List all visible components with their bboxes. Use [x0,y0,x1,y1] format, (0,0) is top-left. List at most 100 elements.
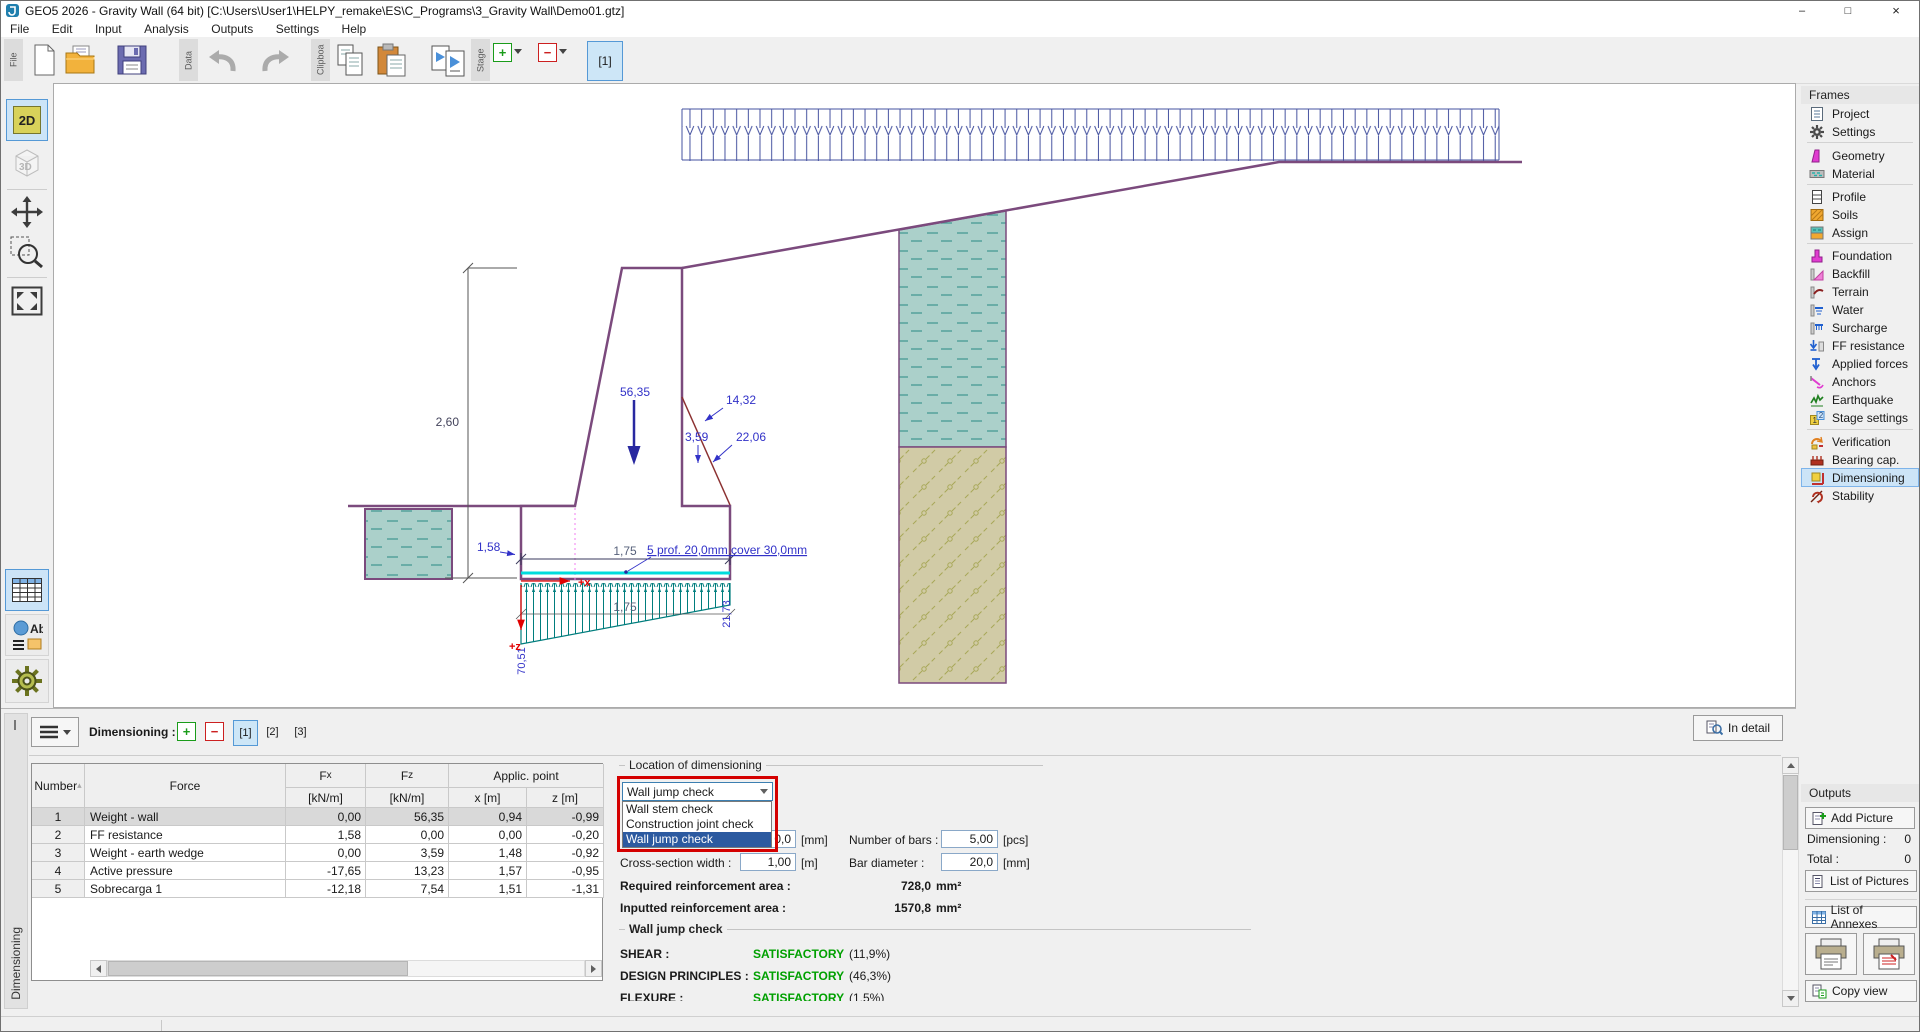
table-cell[interactable]: -0,95 [527,862,604,880]
col-header-number[interactable]: Number▴ [32,764,85,808]
col-subheader-z[interactable]: z [m] [527,788,604,808]
save-button[interactable] [115,43,149,77]
table-cell[interactable]: 3 [32,844,85,862]
redo-button[interactable] [259,47,295,75]
number-of-bars-input[interactable]: 5,00 [941,830,998,848]
remove-dimensioning-button[interactable]: − [205,722,224,741]
fit-to-screen-button[interactable] [10,285,44,317]
table-cell[interactable]: 0,00 [366,826,449,844]
frame-list-button[interactable] [31,717,79,747]
table-cell[interactable]: 2 [32,826,85,844]
frames-item-stage-settings[interactable]: 12Stage settings [1802,409,1918,426]
maximize-button[interactable]: □ [1825,1,1871,20]
table-cell[interactable]: 4 [32,862,85,880]
stage-1-button[interactable]: [1] [587,41,623,81]
table-cell[interactable]: Sobrecarga 1 [85,880,286,898]
frames-item-soils[interactable]: Soils [1802,206,1918,223]
table-cell[interactable]: 7,54 [366,880,449,898]
undo-button[interactable] [203,47,239,75]
location-combobox[interactable]: Wall jump check [622,782,773,801]
menu-help[interactable]: Help [333,21,376,37]
copy-view-toolbar-button[interactable] [429,43,469,77]
table-cell[interactable]: 13,23 [366,862,449,880]
menu-outputs[interactable]: Outputs [202,21,262,37]
frames-item-backfill[interactable]: Backfill [1802,265,1918,282]
table-cell[interactable]: 1,57 [449,862,527,880]
frames-item-project[interactable]: Project [1802,105,1918,122]
bottom-vscroll-up[interactable] [1782,757,1799,774]
frames-item-earthquake[interactable]: Earthquake [1802,391,1918,408]
list-of-annexes-button[interactable]: List of Annexes [1805,906,1917,928]
bar-diameter-input[interactable]: 20,0 [941,853,998,871]
frames-item-stability[interactable]: Stability [1802,487,1918,504]
menu-edit[interactable]: Edit [43,21,82,37]
table-cell[interactable]: FF resistance [85,826,286,844]
table-cell[interactable]: Weight - wall [85,808,286,826]
table-cell[interactable]: Weight - earth wedge [85,844,286,862]
col-header-applic-point[interactable]: Applic. point [449,764,604,788]
table-cell[interactable]: Active pressure [85,862,286,880]
frames-item-surcharge[interactable]: Surcharge [1802,319,1918,336]
table-cell[interactable]: 0,94 [449,808,527,826]
menu-settings[interactable]: Settings [267,21,328,37]
bottom-stage-2-button[interactable]: [2] [261,720,284,744]
table-cell[interactable]: 1,58 [286,826,366,844]
view-3d-button[interactable]: 3D [7,143,47,181]
table-cell[interactable]: 0,00 [286,808,366,826]
table-view-button[interactable] [5,569,49,611]
frames-item-profile[interactable]: Profile [1802,188,1918,205]
zoom-select-button[interactable] [7,233,47,271]
bottom-stage-3-button[interactable]: [3] [289,720,312,744]
in-detail-button[interactable]: In detail [1693,715,1783,741]
drawing-canvas[interactable]: 2,60 56,35 14,32 3,59 22,06 1,58 1,75 5 … [53,83,1796,708]
remove-stage-caret[interactable] [559,49,567,54]
frames-item-anchors[interactable]: Anchors [1802,373,1918,390]
table-cell[interactable]: 1,48 [449,844,527,862]
bottom-panel-side-tab[interactable]: Dimensioning [4,713,28,1009]
frames-item-geometry[interactable]: Geometry [1802,147,1918,164]
frames-item-bearing-cap[interactable]: Bearing cap. [1802,451,1918,468]
table-cell[interactable]: 1,51 [449,880,527,898]
paste-button[interactable] [375,43,409,77]
frames-item-foundation[interactable]: Foundation [1802,247,1918,264]
table-cell[interactable]: -0,99 [527,808,604,826]
frames-item-verification[interactable]: Verification [1802,433,1918,450]
annotation-settings-button[interactable]: Ab [5,614,49,656]
table-hscroll-thumb[interactable] [108,961,408,976]
table-cell[interactable]: -1,31 [527,880,604,898]
table-cell[interactable]: -12,18 [286,880,366,898]
table-cell[interactable]: 5 [32,880,85,898]
bottom-vscroll-thumb[interactable] [1783,775,1798,850]
print-button[interactable] [1805,933,1857,975]
drawing-settings-button[interactable] [5,659,49,703]
bottom-vscroll-down[interactable] [1782,990,1799,1007]
copy-view-button[interactable]: Copy view [1805,980,1917,1002]
print-annex-button[interactable] [1863,933,1915,975]
frames-item-assign[interactable]: Assign [1802,224,1918,241]
cross-section-width-input[interactable]: 1,00 [740,853,796,871]
frames-item-terrain[interactable]: Terrain [1802,283,1918,300]
close-button[interactable]: × [1871,1,1920,20]
table-cell[interactable]: 56,35 [366,808,449,826]
dropdown-option-wall-jump[interactable]: Wall jump check [623,832,771,847]
copy-button[interactable] [335,43,367,77]
open-file-button[interactable] [63,43,99,77]
frames-item-settings[interactable]: Settings [1802,123,1918,140]
table-cell[interactable]: 3,59 [366,844,449,862]
add-stage-button[interactable]: + [493,43,512,62]
frames-item-material[interactable]: Material [1802,165,1918,182]
frames-item-water[interactable]: Water [1802,301,1918,318]
bottom-stage-1-button[interactable]: [1] [233,720,258,746]
table-hscroll-left[interactable] [90,960,107,977]
frames-item-applied-forces[interactable]: Applied forces [1802,355,1918,372]
frames-item-ff-resistance[interactable]: FF resistance [1802,337,1918,354]
view-2d-button[interactable]: 2D [6,99,48,141]
menu-file[interactable]: File [1,21,38,37]
table-cell[interactable]: 1 [32,808,85,826]
dropdown-option-wall-stem[interactable]: Wall stem check [623,802,771,817]
col-header-fx[interactable]: Fx [286,764,366,788]
pan-button[interactable] [9,195,45,229]
dropdown-option-construction-joint[interactable]: Construction joint check [623,817,771,832]
table-hscroll-right[interactable] [585,960,602,977]
add-picture-button[interactable]: Add Picture [1805,807,1915,829]
